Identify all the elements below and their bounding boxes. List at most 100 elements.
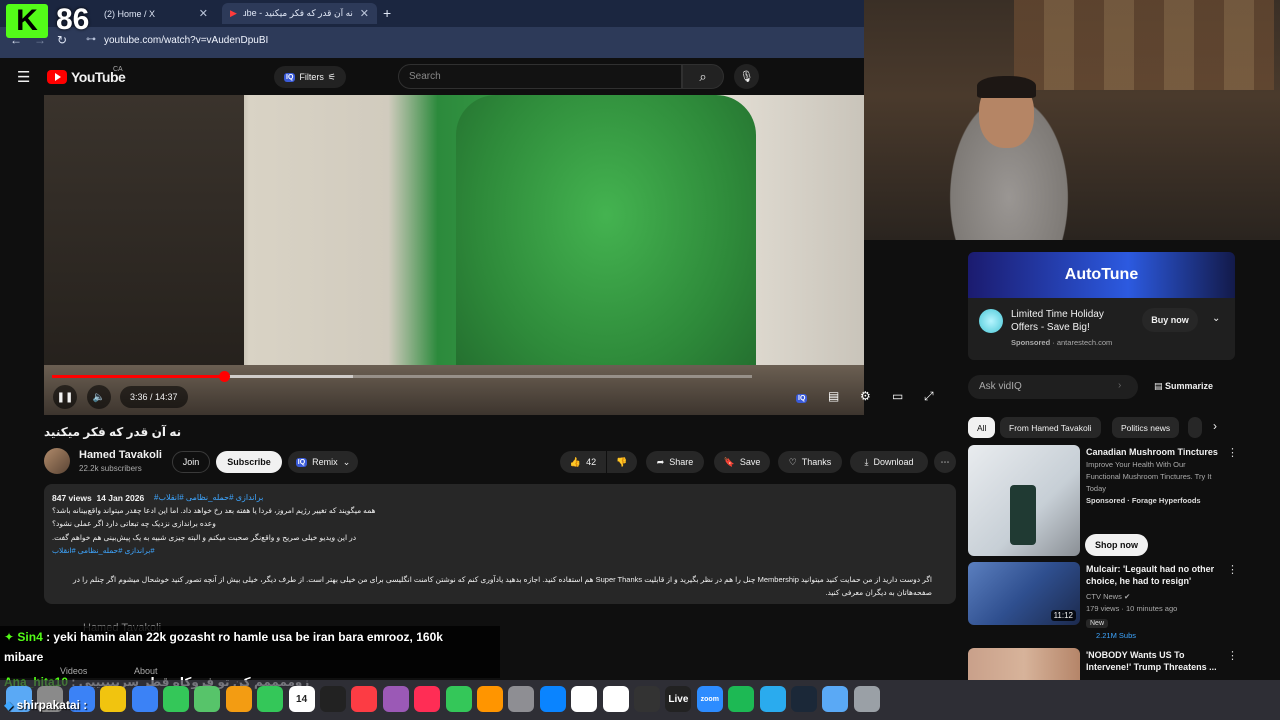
dock-maps-icon[interactable] <box>194 686 221 712</box>
dock-finder2-icon[interactable] <box>822 686 849 712</box>
fullscreen-icon[interactable]: ⤢ <box>924 389 934 404</box>
menu-icon[interactable]: ☰ <box>17 68 30 86</box>
filters-button[interactable]: IQ Filters ⚟ <box>274 66 346 88</box>
dock-steam-icon[interactable] <box>791 686 817 712</box>
chevron-down-icon[interactable]: ⌄ <box>1212 313 1220 324</box>
subscribe-button[interactable]: Subscribe <box>216 451 282 473</box>
filters-label: Filters <box>299 72 324 82</box>
dock-logic-icon[interactable] <box>634 686 660 712</box>
buy-now-button[interactable]: Buy now <box>1142 308 1198 332</box>
viewer-count: 86 <box>56 3 90 36</box>
hashtags[interactable]: #براندازی #حمله_نظامی #انقلاب <box>154 493 263 502</box>
dislike-button[interactable]: 👎 <box>607 451 637 473</box>
dock-news-icon[interactable] <box>414 686 441 712</box>
new-tab-icon[interactable]: + <box>383 5 391 21</box>
recommendation-thumbnail[interactable] <box>968 648 1080 680</box>
dock-pages-icon[interactable] <box>477 686 503 712</box>
share-label: Share <box>669 457 694 467</box>
share-button[interactable]: ➦ Share <box>646 451 704 473</box>
dock-settings-icon[interactable] <box>508 686 535 712</box>
dock-notion-icon[interactable] <box>571 686 598 712</box>
country-code: CA <box>113 66 123 73</box>
subscriber-badge: 2.21M Subs <box>1096 631 1137 640</box>
tab-label: (2) Home / X <box>104 8 156 19</box>
chip-all[interactable]: All <box>968 417 996 438</box>
dock-spotify-icon[interactable] <box>728 686 755 712</box>
microphone-icon[interactable]: 🎙 <box>734 64 759 89</box>
vidiq-icon: IQ <box>295 457 308 467</box>
dock-music-icon[interactable] <box>351 686 378 712</box>
close-icon[interactable]: ✕ <box>360 7 369 20</box>
dock-messages-icon[interactable] <box>163 686 189 712</box>
join-label: Join <box>182 457 200 467</box>
recommendation-thumbnail[interactable] <box>968 445 1080 556</box>
avatar[interactable] <box>44 448 70 474</box>
shop-now-button[interactable]: Shop now <box>1085 534 1148 556</box>
hashtags[interactable]: #براندازی #حمله_نظامی #انقلاب <box>52 546 155 555</box>
dock-podcasts-icon[interactable] <box>382 686 409 712</box>
dock-trash-icon[interactable] <box>853 686 880 712</box>
summarize-button[interactable]: ▤ Summarize <box>1154 381 1213 392</box>
ask-vidiq-input[interactable]: Ask vidIQ <box>968 375 1138 399</box>
search-icon[interactable]: ⌕ <box>682 64 724 89</box>
dock-telegram-icon[interactable] <box>759 686 786 712</box>
volume-icon[interactable]: 🔈 <box>87 385 111 409</box>
thumbs-down-icon: 👎 <box>616 456 628 467</box>
chat-text: yeki hamin alan 22k gozasht ro hamle usa… <box>53 630 443 644</box>
more-options-icon[interactable]: ⋮ <box>1227 649 1238 662</box>
video-frame-person <box>456 95 756 395</box>
more-actions-icon[interactable]: ⋯ <box>934 451 956 473</box>
video-player[interactable] <box>44 95 864 415</box>
ad-domain: antarestech.com <box>1056 338 1113 347</box>
dock-chrome-icon[interactable] <box>100 686 127 712</box>
description-paragraph: اگر دوست دارید از من حمایت کنید میتوانید… <box>73 575 932 597</box>
tab-home-x[interactable]: (2) Home / X ✕ <box>96 3 216 24</box>
dock-calendar2-icon[interactable] <box>602 686 629 712</box>
close-icon[interactable]: ✕ <box>199 7 208 20</box>
tab-youtube[interactable]: ▶ نه آن قدر که فکر میکنید - YouTube ✕ <box>222 3 377 24</box>
join-button[interactable]: Join <box>172 451 210 473</box>
recommendation-title[interactable]: Canadian Mushroom Tinctures <box>1086 446 1226 458</box>
thanks-button[interactable]: ♡ Thanks <box>778 451 842 473</box>
ad-banner[interactable]: AutoTune <box>968 252 1235 298</box>
chat-user-icon: ◆ <box>4 698 14 712</box>
chevron-right-icon[interactable]: › <box>1213 419 1217 433</box>
remix-button[interactable]: IQ Remix ⌄ <box>288 451 358 473</box>
dock-numbers-icon[interactable] <box>445 686 472 712</box>
chip-from-channel[interactable]: From Hamed Tavakoli <box>1000 417 1101 438</box>
download-button[interactable]: ⤓ Download <box>850 451 928 473</box>
chat-user-icon: ✦ <box>4 630 15 644</box>
send-icon[interactable]: › <box>1118 380 1121 391</box>
dock-app store-icon[interactable] <box>539 686 566 712</box>
webcam-overlay <box>864 0 1280 240</box>
recommendation-thumbnail[interactable]: 11:12 <box>968 562 1080 625</box>
subscribe-label: Subscribe <box>227 457 271 467</box>
pause-icon[interactable]: ❚❚ <box>53 385 77 409</box>
ad-title[interactable]: Limited Time Holiday Offers - Save Big! <box>1011 308 1131 334</box>
more-options-icon[interactable]: ⋮ <box>1227 446 1238 459</box>
dock-facetime-icon[interactable] <box>257 686 284 712</box>
dock-zoom-icon[interactable]: zoom <box>696 686 723 712</box>
scrubber-handle[interactable] <box>218 371 230 382</box>
captions-icon[interactable]: ▤ <box>828 389 839 403</box>
dock-calendar-icon[interactable]: 14 <box>288 686 315 712</box>
channel-name[interactable]: Hamed Tavakoli <box>79 449 162 461</box>
ad-sponsor: Sponsored · antarestech.com <box>1011 338 1113 347</box>
chip-more[interactable] <box>1188 417 1202 438</box>
dock-mail-icon[interactable] <box>131 686 158 712</box>
search-input[interactable]: Search <box>398 64 682 89</box>
save-button[interactable]: 🔖 Save <box>714 451 770 473</box>
like-button[interactable]: 👍 42 <box>560 451 606 473</box>
more-options-icon[interactable]: ⋮ <box>1227 563 1238 576</box>
vidiq-player-icon[interactable]: IQ <box>796 389 808 403</box>
recommendation-title[interactable]: 'NOBODY Wants US To Intervene!' Trump Th… <box>1086 649 1226 673</box>
recommendation-title[interactable]: Mulcair: 'Legault had no other choice, h… <box>1086 563 1226 587</box>
dock-live-icon[interactable]: Live <box>665 686 692 712</box>
youtube-play-icon <box>47 70 67 84</box>
settings-icon[interactable]: ⚙ <box>860 389 871 403</box>
dock-tv-icon[interactable] <box>320 686 346 712</box>
url-field[interactable]: youtube.com/watch?v=vAudenDpuBI <box>104 35 268 46</box>
chip-politics[interactable]: Politics news <box>1112 417 1180 438</box>
theater-mode-icon[interactable]: ▭ <box>892 389 903 403</box>
dock-photos-icon[interactable] <box>225 686 252 712</box>
